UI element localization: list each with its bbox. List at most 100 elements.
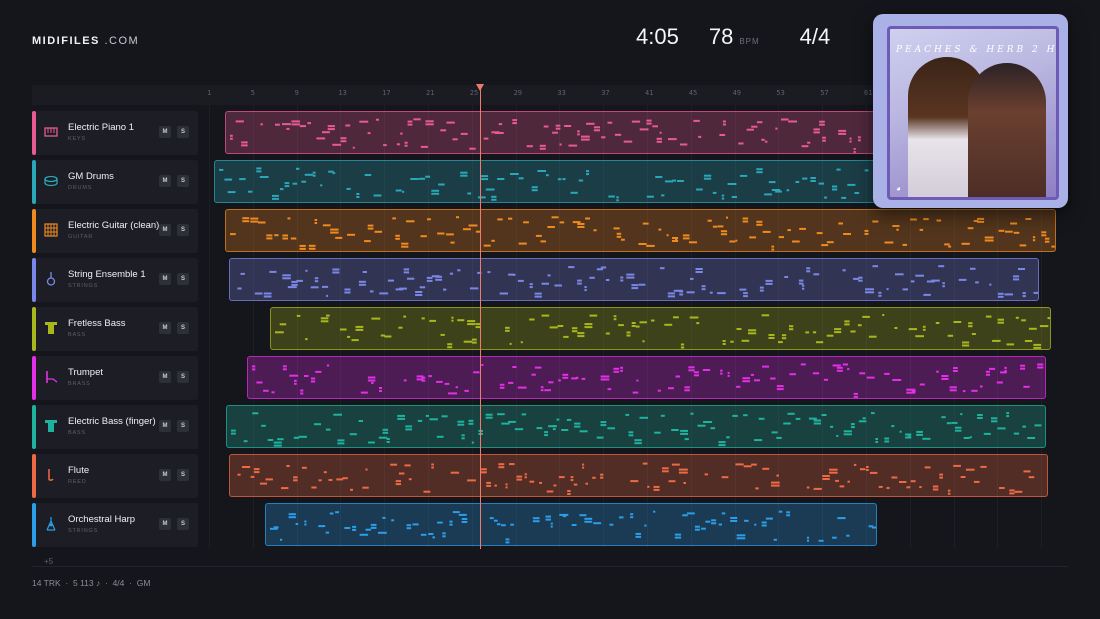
mute-button[interactable]: M	[159, 273, 171, 285]
track-color-stripe	[32, 405, 36, 449]
mute-button[interactable]: M	[159, 518, 171, 530]
midi-notes	[237, 462, 1035, 495]
piano-icon	[44, 127, 58, 137]
playhead-handle[interactable]	[476, 84, 484, 91]
track-name: GM Drums	[68, 171, 114, 182]
ruler-bar-label: 45	[688, 89, 698, 97]
track-name: Fretless Bass	[68, 318, 126, 329]
ruler-bar-label: 57	[820, 89, 829, 97]
trumpet-icon	[46, 371, 58, 383]
track-name: Electric Piano 1	[68, 122, 135, 133]
mute-button[interactable]: M	[159, 175, 171, 187]
ruler-bar-label: 29	[513, 89, 523, 97]
solo-button[interactable]: S	[177, 126, 189, 138]
midi-clip[interactable]	[247, 356, 1046, 399]
track-color-stripe	[32, 209, 36, 253]
footer-track-count: 14 TRK	[32, 578, 61, 588]
solo-button[interactable]: S	[177, 518, 189, 530]
album-figure-right	[968, 63, 1046, 197]
album-cover: PEACHES & HERB 2 HOT! ◕	[873, 14, 1068, 208]
track-color-stripe	[32, 258, 36, 302]
ruler-bar-label: 37	[601, 89, 610, 97]
midi-clip[interactable]	[225, 209, 1056, 252]
album-title: PEACHES & HERB 2 HOT!	[896, 45, 1058, 55]
track-header[interactable]: Electric Bass (finger) BASS M S	[32, 405, 198, 449]
mute-button[interactable]: M	[159, 469, 171, 481]
track-name: Flute	[68, 465, 90, 476]
midi-notes	[231, 412, 1042, 447]
footer-midi-standard: GM	[136, 578, 151, 588]
mute-button[interactable]: M	[159, 224, 171, 236]
tempo-unit: BPM	[739, 37, 760, 46]
track-header[interactable]: Fretless Bass BASS M S	[32, 307, 198, 351]
footer-stats: 14 TRK · 5 113 ♪ · 4/4 · GM	[32, 578, 151, 588]
brand-logo[interactable]: MIDIFILES .COM	[32, 35, 139, 47]
solo-button[interactable]: S	[177, 371, 189, 383]
flute-icon	[48, 469, 54, 481]
midi-clip[interactable]	[226, 405, 1046, 448]
track-category: BRASS	[68, 381, 91, 387]
ruler-bar-label: 17	[382, 89, 391, 97]
harp-icon	[46, 517, 56, 531]
drum-icon	[44, 175, 58, 187]
ruler-bar-label: 53	[776, 89, 785, 97]
album-artwork: PEACHES & HERB 2 HOT! ◕	[887, 26, 1059, 200]
track-color-stripe	[32, 503, 36, 547]
track-category: STRINGS	[68, 283, 99, 289]
track-name: String Ensemble 1	[68, 269, 146, 280]
midi-clip[interactable]	[265, 503, 877, 546]
track-category: KEYS	[68, 136, 86, 142]
midi-clip[interactable]	[270, 307, 1051, 350]
guitar-icon	[44, 223, 58, 237]
record-label-logo: ◕	[896, 184, 901, 193]
midi-notes	[237, 265, 1038, 298]
mute-button[interactable]: M	[159, 371, 171, 383]
track-color-stripe	[32, 111, 36, 155]
track-header[interactable]: Flute REED M S	[32, 454, 198, 498]
ruler-bar-label: 13	[338, 89, 347, 97]
solo-button[interactable]: S	[177, 469, 189, 481]
mute-button[interactable]: M	[159, 420, 171, 432]
track-name: Orchestral Harp	[68, 514, 136, 525]
track-header[interactable]: String Ensemble 1 STRINGS M S	[32, 258, 198, 302]
track-color-stripe	[32, 454, 36, 498]
midi-notes	[252, 363, 1044, 398]
midi-notes	[230, 216, 1055, 251]
ruler-bar-label: 41	[645, 89, 654, 97]
bass-icon	[45, 322, 57, 334]
track-category: REED	[68, 479, 87, 485]
bass-icon	[45, 420, 57, 432]
track-header[interactable]: GM Drums DRUMS M S	[32, 160, 198, 204]
mute-button[interactable]: M	[159, 126, 171, 138]
midi-clip[interactable]	[229, 258, 1039, 301]
grid-line	[209, 105, 210, 548]
solo-button[interactable]: S	[177, 322, 189, 334]
ruler-bar-label: 33	[557, 89, 566, 97]
mute-button[interactable]: M	[159, 322, 171, 334]
solo-button[interactable]: S	[177, 420, 189, 432]
solo-button[interactable]: S	[177, 175, 189, 187]
ruler-bar-label: 61	[864, 89, 873, 97]
ruler-bar-label: 5	[250, 89, 256, 97]
track-name: Trumpet	[68, 367, 104, 378]
track-category: STRINGS	[68, 528, 99, 534]
midi-notes	[275, 314, 1050, 349]
track-header[interactable]: Orchestral Harp STRINGS M S	[32, 503, 198, 547]
footer-note-count: 5 113 ♪	[72, 578, 101, 588]
track-color-stripe	[32, 160, 36, 204]
ruler-bar-label: 1	[207, 89, 212, 97]
track-header[interactable]: Electric Guitar (clean) GUITAR M S	[32, 209, 198, 253]
solo-button[interactable]: S	[177, 273, 189, 285]
solo-button[interactable]: S	[177, 224, 189, 236]
time-display: 4:05	[636, 24, 679, 49]
track-header[interactable]: Electric Piano 1 KEYS M S	[32, 111, 198, 155]
transport-display: 4:05 78 BPM 4/4	[636, 24, 830, 50]
midi-clip[interactable]	[229, 454, 1048, 497]
track-color-stripe	[32, 307, 36, 351]
tempo-display: 78	[708, 24, 734, 49]
more-tracks-indicator[interactable]: +5	[44, 557, 53, 566]
ruler-bar-label: 9	[294, 89, 299, 97]
track-header[interactable]: Trumpet BRASS M S	[32, 356, 198, 400]
midi-notes	[270, 510, 876, 544]
playhead[interactable]	[480, 86, 481, 549]
